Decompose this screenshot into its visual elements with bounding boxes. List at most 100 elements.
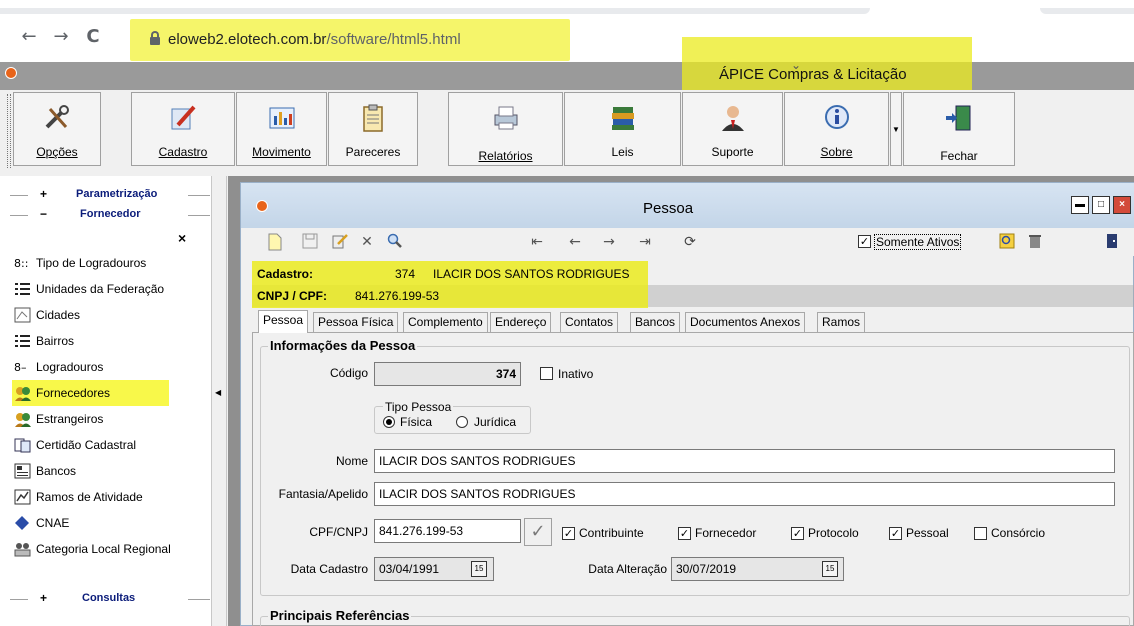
edit-icon[interactable] (331, 233, 349, 251)
fechar-button[interactable]: Fechar (903, 92, 1015, 166)
cadastro-name: ILACIR DOS SANTOS RODRIGUES (433, 267, 630, 281)
window-title: Pessoa (643, 200, 694, 217)
previous-record-icon[interactable]: ← (566, 233, 584, 251)
clipboard-icon (363, 104, 383, 132)
sidebar-item-label: Logradouros (36, 360, 104, 374)
list-icon (15, 283, 30, 295)
opcoes-label: Opções (36, 145, 78, 159)
minimize-button[interactable]: ▬ (1071, 196, 1089, 214)
tab-ramos[interactable]: Ramos (817, 312, 866, 332)
cadastro-label: Cadastro: (257, 267, 314, 281)
fisica-radio[interactable] (383, 416, 395, 428)
informacoes-title: Informações da Pessoa (268, 338, 418, 353)
juridica-radio[interactable] (456, 416, 468, 428)
diamond-icon (15, 516, 29, 530)
sidebar-item-label: Bairros (36, 334, 75, 348)
nome-field[interactable]: ILACIR DOS SANTOS RODRIGUES (374, 449, 1115, 473)
close-window-button[interactable]: × (1113, 196, 1131, 214)
relatorios-button[interactable]: Relatórios (448, 92, 563, 166)
toolbar-overflow-button[interactable]: ▼ (890, 92, 902, 166)
movimento-label: Movimento (252, 145, 311, 159)
maximize-button[interactable]: □ (1092, 196, 1110, 214)
url-text[interactable]: eloweb2.elotech.com.br/software/html5.ht… (168, 31, 461, 48)
app-logo-icon (5, 67, 17, 79)
inativo-checkbox[interactable] (540, 367, 553, 380)
tab-strip (0, 8, 870, 14)
section-consultas[interactable]: + Consultas (10, 590, 210, 608)
movimento-button[interactable]: Movimento (236, 92, 327, 166)
leis-button[interactable]: Leis (564, 92, 681, 166)
protocolo-checkbox[interactable]: ✓ (791, 527, 804, 540)
back-icon[interactable]: ← (18, 26, 40, 48)
tools-icon (45, 105, 69, 129)
document-icon (14, 438, 31, 453)
leis-label: Leis (611, 145, 634, 159)
tab-pessoa-fisica[interactable]: Pessoa Física (313, 312, 399, 332)
tab-contatos[interactable]: Contatos (560, 312, 619, 332)
somente-ativos-checkbox[interactable]: ✓ (858, 235, 871, 248)
url-domain: eloweb2.elotech.com.br (168, 31, 327, 48)
first-record-icon[interactable]: ⇤ (528, 233, 546, 251)
refresh-icon[interactable]: ⟳ (681, 233, 699, 251)
sidebar-item-label: Fornecedores (36, 386, 111, 400)
find-icon[interactable] (998, 233, 1016, 251)
validate-check-icon[interactable]: ✓ (524, 518, 552, 546)
juridica-label: Jurídica (474, 415, 517, 429)
section-title: Consultas (82, 592, 136, 604)
calendar-icon[interactable]: 15 (822, 561, 838, 577)
last-record-icon[interactable]: ⇥ (636, 233, 654, 251)
sidebar-item-label: Unidades da Federação (36, 282, 165, 296)
next-record-icon[interactable]: → (600, 233, 618, 251)
protocolo-label: Protocolo (808, 526, 859, 540)
forward-icon[interactable]: → (50, 26, 72, 48)
panel-splitter[interactable]: ◀ (211, 176, 227, 626)
close-icon[interactable]: × (178, 230, 186, 246)
chevron-down-icon[interactable]: ⌄ (791, 58, 801, 72)
cnpj-label: CNPJ / CPF: (257, 289, 328, 303)
pareceres-button[interactable]: Pareceres (328, 92, 418, 166)
opcoes-button[interactable]: Opções (13, 92, 101, 166)
sidebar-item-label: Ramos de Atividade (36, 490, 143, 504)
pessoal-checkbox[interactable]: ✓ (889, 527, 902, 540)
lock-icon (150, 31, 160, 45)
fantasia-field[interactable]: ILACIR DOS SANTOS RODRIGUES (374, 482, 1115, 506)
new-document-icon[interactable] (266, 233, 284, 251)
suporte-button[interactable]: Suporte (682, 92, 783, 166)
sobre-button[interactable]: Sobre (784, 92, 889, 166)
collapse-left-icon[interactable]: ◀ (215, 388, 221, 397)
codigo-field[interactable]: 374 (374, 362, 521, 386)
list-icon: 8:: (14, 257, 28, 270)
tab-bancos[interactable]: Bancos (630, 312, 681, 332)
cancel-icon[interactable]: ✕ (358, 233, 376, 251)
section-fornecedor[interactable]: − Fornecedor (10, 206, 210, 224)
support-person-icon (721, 106, 744, 131)
reload-icon[interactable]: C (82, 26, 104, 48)
data-alteracao-field[interactable]: 30/07/2019 (671, 557, 844, 581)
inativo-label: Inativo (558, 367, 594, 381)
cpf-cnpj-field[interactable]: 841.276.199-53 (374, 519, 521, 543)
calendar-icon[interactable]: 15 (471, 561, 487, 577)
save-icon[interactable] (301, 233, 319, 251)
somente-ativos-label[interactable]: Somente Ativos (874, 234, 962, 250)
search-icon[interactable] (386, 233, 404, 251)
trash-icon[interactable] (1026, 233, 1044, 251)
exit-icon[interactable] (1103, 233, 1121, 251)
tab-pessoa[interactable]: Pessoa (258, 310, 309, 333)
cadastro-button[interactable]: Cadastro (131, 92, 235, 166)
tab-complemento[interactable]: Complemento (403, 312, 488, 332)
tab-strip-right (1040, 8, 1134, 14)
sidebar-item-label: Bancos (36, 464, 77, 478)
tab-documentos-anexos[interactable]: Documentos Anexos (685, 312, 806, 332)
contribuinte-checkbox[interactable]: ✓ (562, 527, 575, 540)
chart-icon (269, 107, 294, 129)
section-parametrizacao[interactable]: + Parametrização (10, 186, 210, 204)
expand-icon: + (40, 187, 48, 201)
people-icon (15, 413, 31, 427)
tab-endereco[interactable]: Endereço (490, 312, 552, 332)
consorcio-checkbox[interactable] (974, 527, 987, 540)
list-icon: 8– (14, 361, 27, 374)
svg-text:8::: 8:: (14, 257, 28, 270)
data-alteracao-label: Data Alteração (588, 562, 667, 576)
toolbar-grip[interactable] (7, 94, 11, 168)
fornecedor-checkbox[interactable]: ✓ (678, 527, 691, 540)
